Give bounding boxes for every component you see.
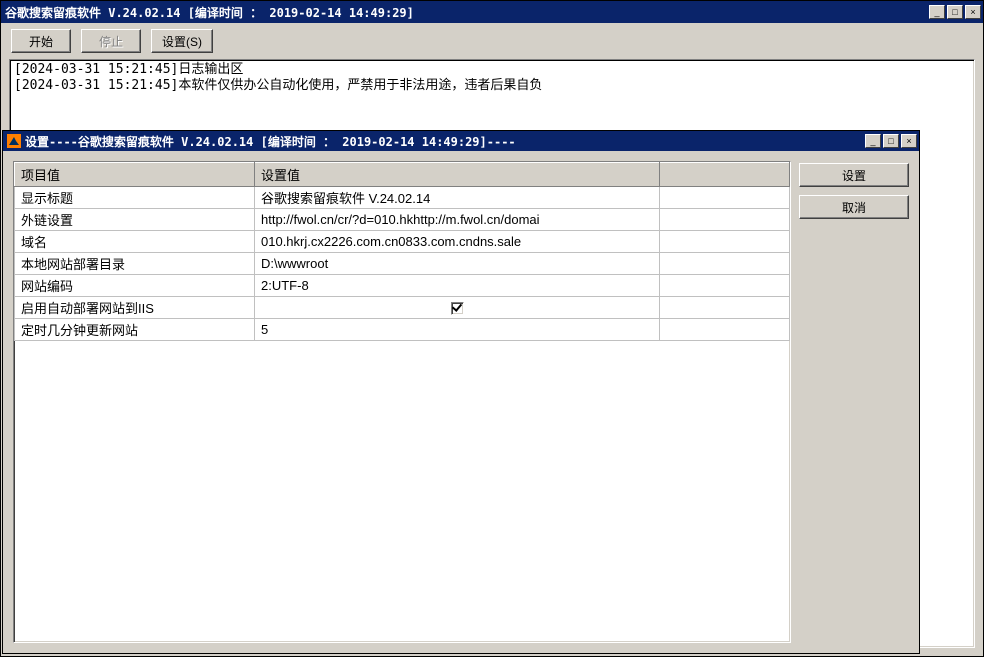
dialog-titlebar: 设置----谷歌搜索留痕软件 V.24.02.14 [编译时间 ： 2019-0… [3,131,919,151]
table-row[interactable]: 定时几分钟更新网站5 [15,319,790,341]
settings-table-wrap: 项目值 设置值 显示标题谷歌搜索留痕软件 V.24.02.14外链设置http:… [13,161,791,643]
main-titlebar: 谷歌搜索留痕软件 V.24.02.14 [编译时间 ： 2019-02-14 1… [1,1,983,23]
minimize-icon: _ [934,8,939,17]
cell-spare [660,275,790,297]
dialog-body: 项目值 设置值 显示标题谷歌搜索留痕软件 V.24.02.14外链设置http:… [3,151,919,653]
cell-key: 显示标题 [15,187,255,209]
cell-spare [660,297,790,319]
table-row[interactable]: 网站编码2:UTF-8 [15,275,790,297]
cell-value[interactable]: 5 [255,319,660,341]
cell-spare [660,187,790,209]
close-icon: × [906,137,911,146]
cell-key: 域名 [15,231,255,253]
dialog-title: 设置----谷歌搜索留痕软件 V.24.02.14 [编译时间 ： 2019-0… [25,133,863,150]
close-button[interactable]: × [965,5,981,19]
cell-key: 启用自动部署网站到IIS [15,297,255,319]
cell-value[interactable]: D:\wwwroot [255,253,660,275]
cell-key: 定时几分钟更新网站 [15,319,255,341]
minimize-icon: _ [870,137,875,146]
settings-dialog: 设置----谷歌搜索留痕软件 V.24.02.14 [编译时间 ： 2019-0… [2,130,920,654]
cell-key: 网站编码 [15,275,255,297]
close-icon: × [970,8,975,17]
cancel-button[interactable]: 取消 [799,195,909,219]
app-icon [7,134,21,148]
dialog-maximize-button[interactable]: □ [883,134,899,148]
minimize-button[interactable]: _ [929,5,945,19]
cell-spare [660,319,790,341]
col-header-value[interactable]: 设置值 [255,163,660,187]
main-sys-buttons: _ □ × [927,5,981,19]
table-row[interactable]: 显示标题谷歌搜索留痕软件 V.24.02.14 [15,187,790,209]
col-header-key[interactable]: 项目值 [15,163,255,187]
checkbox[interactable] [451,302,464,315]
main-toolbar: 开始 停止 设置(S) [1,23,983,53]
dialog-sys-buttons: _ □ × [863,134,917,148]
table-row[interactable]: 域名010.hkrj.cx2226.com.cn0833.com.cndns.s… [15,231,790,253]
dialog-side-buttons: 设置 取消 [799,161,909,643]
settings-table: 项目值 设置值 显示标题谷歌搜索留痕软件 V.24.02.14外链设置http:… [14,162,790,341]
start-button[interactable]: 开始 [11,29,71,53]
cell-key: 外链设置 [15,209,255,231]
main-title: 谷歌搜索留痕软件 V.24.02.14 [编译时间 ： 2019-02-14 1… [5,4,927,21]
maximize-button[interactable]: □ [947,5,963,19]
table-row[interactable]: 启用自动部署网站到IIS [15,297,790,319]
cell-value[interactable]: 010.hkrj.cx2226.com.cn0833.com.cndns.sal… [255,231,660,253]
cell-spare [660,253,790,275]
dialog-minimize-button[interactable]: _ [865,134,881,148]
dialog-close-button[interactable]: × [901,134,917,148]
table-row[interactable]: 本地网站部署目录D:\wwwroot [15,253,790,275]
ok-button[interactable]: 设置 [799,163,909,187]
cell-spare [660,231,790,253]
maximize-icon: □ [888,137,893,146]
cell-value[interactable]: http://fwol.cn/cr/?d=010.hkhttp://m.fwol… [255,209,660,231]
cell-value[interactable]: 谷歌搜索留痕软件 V.24.02.14 [255,187,660,209]
maximize-icon: □ [952,8,957,17]
stop-button: 停止 [81,29,141,53]
table-row[interactable]: 外链设置http://fwol.cn/cr/?d=010.hkhttp://m.… [15,209,790,231]
cell-value[interactable] [255,297,660,319]
settings-button[interactable]: 设置(S) [151,29,213,53]
table-header-row: 项目值 设置值 [15,163,790,187]
cell-key: 本地网站部署目录 [15,253,255,275]
col-header-spare[interactable] [660,163,790,187]
cell-spare [660,209,790,231]
cell-value[interactable]: 2:UTF-8 [255,275,660,297]
